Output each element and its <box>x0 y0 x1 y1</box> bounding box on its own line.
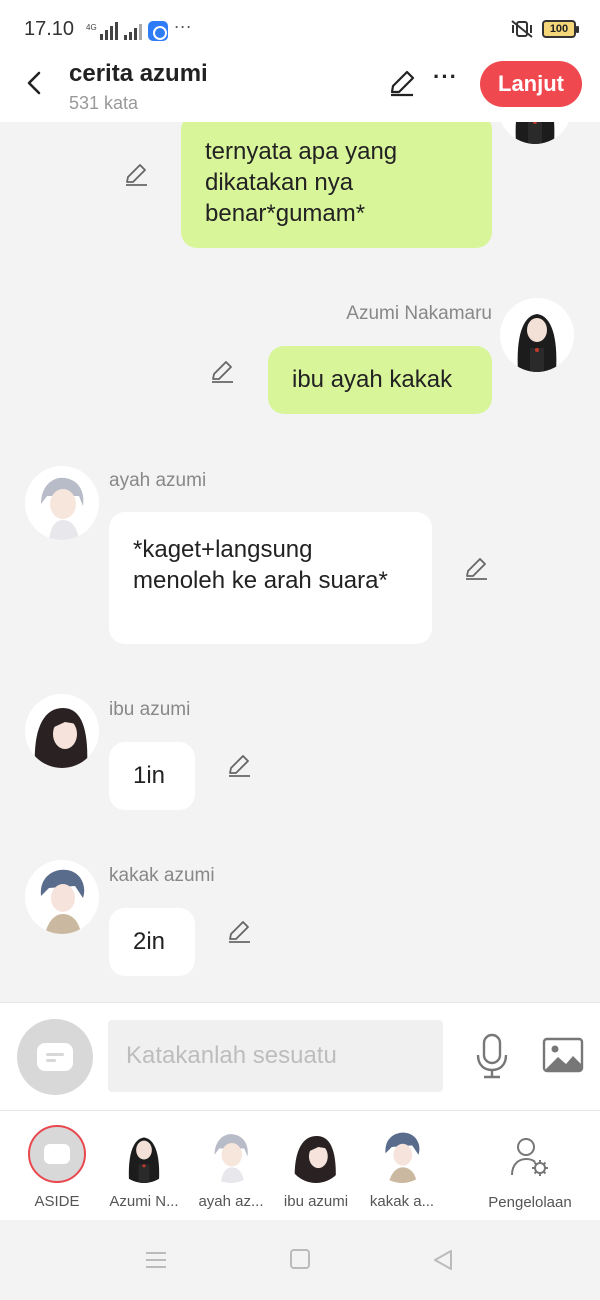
message-text: ibu ayah kakak <box>292 366 453 393</box>
nav-back-icon[interactable] <box>432 1249 454 1271</box>
character-label: Azumi N... <box>109 1193 179 1210</box>
composer <box>0 1002 600 1110</box>
signal-4g-icon: 4G <box>86 22 118 40</box>
edit-message-icon[interactable] <box>209 359 235 385</box>
app-notification-icon <box>147 21 168 41</box>
avatar-ibu-azumi <box>287 1125 345 1183</box>
edit-message-icon[interactable] <box>226 753 252 779</box>
character-kakak-azumi[interactable]: kakak a... <box>360 1125 444 1210</box>
sender-name: Azumi Nakamaru <box>346 303 492 324</box>
signal-icon <box>123 22 142 40</box>
avatar-kakak-azumi[interactable] <box>25 860 99 934</box>
manage-user-icon <box>511 1138 548 1176</box>
header: cerita azumi 531 kata ··· Lanjut <box>0 50 600 122</box>
character-label: kakak a... <box>369 1193 435 1210</box>
manage-button[interactable]: Pengelolaan <box>488 1135 572 1211</box>
message-bubble[interactable]: ternyata apa yang dikatakan nya benar*gu… <box>181 122 492 248</box>
character-aside[interactable]: ASIDE <box>15 1125 99 1210</box>
next-button[interactable]: Lanjut <box>480 61 582 107</box>
more-notifications-icon: ··· <box>173 16 192 36</box>
battery-icon: 100 <box>542 20 579 38</box>
edit-message-icon[interactable] <box>463 556 489 582</box>
more-icon[interactable]: ··· <box>433 64 458 90</box>
aside-toggle-button[interactable] <box>17 1019 93 1095</box>
aside-avatar <box>28 1125 86 1183</box>
pencil-icon[interactable] <box>387 68 417 98</box>
message-text: ternyata apa yang dikatakan nya benar*gu… <box>205 138 398 227</box>
avatar-azumi <box>498 122 572 144</box>
sender-name: kakak azumi <box>109 865 215 886</box>
status-left-icons: 4G ··· <box>86 16 192 41</box>
message-bubble[interactable]: 1in <box>109 742 195 810</box>
mic-icon[interactable] <box>474 1033 510 1079</box>
edit-message-icon[interactable] <box>123 162 149 188</box>
sender-name: ayah azumi <box>109 470 207 491</box>
system-nav-bar <box>0 1220 600 1300</box>
message-icon <box>37 1043 73 1071</box>
message-bubble[interactable]: *kaget+langsung menoleh ke arah suara* <box>109 512 432 644</box>
avatar-ayah-azumi[interactable] <box>25 466 99 540</box>
avatar-ibu-azumi[interactable] <box>25 694 99 768</box>
status-right-icons: 100 <box>510 19 579 39</box>
status-time: 17.10 <box>24 18 75 40</box>
message-text: 1in <box>133 762 166 789</box>
avatar-azumi[interactable] <box>500 298 574 372</box>
message-input[interactable] <box>108 1020 443 1092</box>
avatar-kakak-azumi <box>373 1125 431 1183</box>
character-label: ibu azumi <box>283 1193 349 1210</box>
character-ayah-azumi[interactable]: ayah az... <box>189 1125 273 1210</box>
message-bubble[interactable]: ibu ayah kakak <box>268 346 492 414</box>
avatar-azumi <box>115 1125 173 1183</box>
home-icon[interactable] <box>290 1249 310 1269</box>
edit-message-icon[interactable] <box>226 919 252 945</box>
character-azumi[interactable]: Azumi N... <box>102 1125 186 1210</box>
word-count: 531 kata <box>69 93 139 113</box>
character-label: ASIDE <box>34 1193 80 1210</box>
message-icon <box>44 1144 70 1164</box>
back-arrow-icon[interactable] <box>22 70 48 96</box>
character-strip: ASIDE Azumi N... ayah az... ibu azumi ka… <box>0 1110 600 1220</box>
vibrate-mute-icon <box>511 20 533 38</box>
message-text: *kaget+langsung menoleh ke arah suara* <box>133 536 388 594</box>
menu-icon[interactable] <box>146 1251 166 1269</box>
message-text: 2in <box>133 928 166 955</box>
chat-area[interactable]: ternyata apa yang dikatakan nya benar*gu… <box>0 122 600 1002</box>
image-icon[interactable] <box>542 1037 584 1073</box>
avatar-ayah-azumi <box>202 1125 260 1183</box>
message-bubble[interactable]: 2in <box>109 908 195 976</box>
character-label: ayah az... <box>198 1193 264 1210</box>
sender-name: ibu azumi <box>109 699 191 720</box>
character-ibu-azumi[interactable]: ibu azumi <box>274 1125 358 1210</box>
page-title: cerita azumi <box>69 60 208 87</box>
manage-label: Pengelolaan <box>488 1194 572 1211</box>
